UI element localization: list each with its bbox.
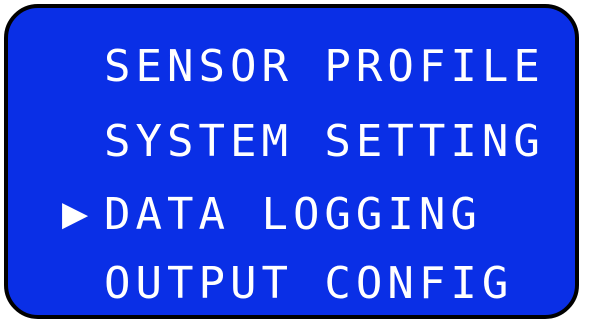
menu-item-label: DATA LOGGING	[104, 188, 482, 240]
lcd-screen: SENSOR PROFILE SYSTEM SETTING ▶ DATA LOG…	[4, 4, 579, 319]
menu-item-label: OUTPUT CONFIG	[104, 257, 514, 309]
menu-item-label: SYSTEM SETTING	[104, 115, 545, 167]
menu-item-label: SENSOR PROFILE	[104, 40, 545, 92]
selection-cursor-icon: ▶	[62, 194, 89, 234]
